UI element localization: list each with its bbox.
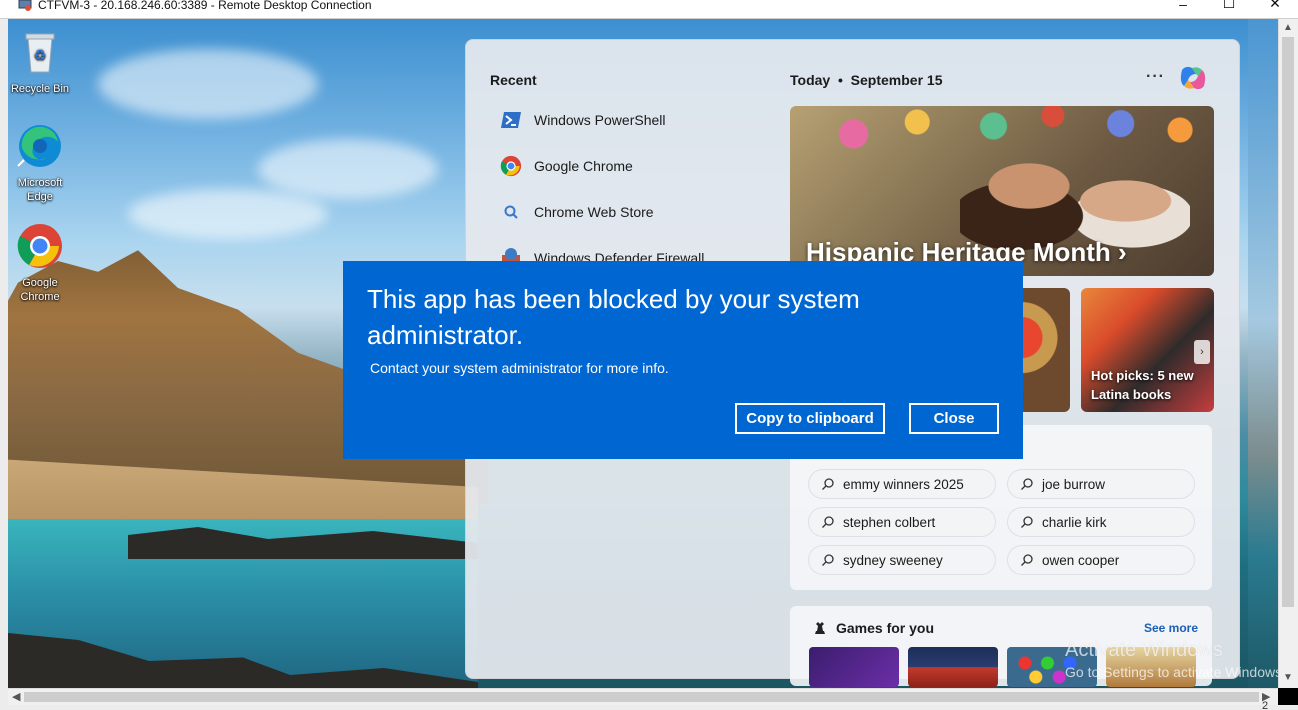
trending-chip-label: charlie kirk [1042, 514, 1107, 530]
recent-item-label: Google Chrome [534, 158, 633, 174]
today-label: Today [790, 72, 831, 88]
edge-icon [17, 125, 61, 167]
horizontal-scroll-thumb[interactable] [24, 692, 1259, 702]
game-thumbnail[interactable] [908, 647, 998, 687]
desktop-icon-label: Recycle Bin [10, 83, 70, 95]
recent-item-chrome[interactable]: Google Chrome [500, 152, 633, 180]
search-icon [822, 554, 834, 566]
desktop-icon-recycle-bin[interactable]: ♻ Recycle Bin [8, 28, 72, 96]
trending-chip[interactable]: stephen colbert [808, 507, 996, 537]
search-icon [1021, 554, 1033, 566]
svg-text:♻: ♻ [34, 47, 47, 63]
trending-chip[interactable]: joe burrow [1007, 469, 1195, 499]
trending-chip[interactable]: owen cooper [1007, 545, 1195, 575]
see-more-link[interactable]: See more [1144, 621, 1198, 635]
recycle-bin-icon: ♻ [25, 33, 55, 73]
wallpaper-cloud [98, 49, 318, 119]
chrome-icon [17, 224, 62, 268]
today-header: Today • September 15 [790, 72, 943, 88]
news-tile-books[interactable]: Hot picks: 5 new Latina books › [1081, 288, 1214, 412]
remote-desktop-icon [18, 0, 32, 11]
chrome-icon [500, 155, 522, 177]
recent-item-powershell[interactable]: Windows PowerShell [500, 106, 666, 134]
recent-item-label: Windows PowerShell [534, 112, 666, 128]
desktop-icon-chrome[interactable]: Google Chrome [8, 222, 72, 304]
app-blocked-dialog: This app has been blocked by your system… [343, 261, 1023, 459]
copilot-icon[interactable] [1178, 64, 1208, 92]
vertical-scroll-thumb[interactable] [1282, 37, 1294, 607]
status-corner-text: 2 hours [1262, 700, 1269, 710]
vertical-scrollbar[interactable]: ▲ ▼ [1278, 19, 1298, 688]
trending-chip-label: owen cooper [1042, 552, 1120, 568]
scroll-up-arrow-icon[interactable]: ▲ [1283, 22, 1293, 33]
search-icon [822, 478, 834, 490]
window-bottom-border [0, 705, 1298, 710]
desktop-icon-label: Microsoft Edge [17, 177, 63, 203]
games-title-label: Games for you [836, 620, 935, 636]
recent-item-chrome-web-store[interactable]: Chrome Web Store [500, 198, 654, 226]
desktop-icon-edge[interactable]: Microsoft Edge [8, 122, 72, 204]
chevron-right-icon[interactable]: › [1194, 340, 1210, 364]
trending-chip-label: emmy winners 2025 [843, 476, 964, 492]
rdp-title-bar: CTFVM-3 - 20.168.246.60:3389 - Remote De… [0, 0, 1298, 19]
dot-separator: • [834, 72, 847, 88]
desktop-icon-label: Google Chrome [20, 277, 60, 303]
trending-chip-label: sydney sweeney [843, 552, 943, 568]
recent-item-label: Chrome Web Store [534, 204, 654, 220]
activate-windows-hint: Go to Settings to activate Windows. [1065, 664, 1286, 680]
close-window-button[interactable]: ✕ [1252, 0, 1298, 13]
trending-chip-label: joe burrow [1042, 476, 1106, 492]
copy-to-clipboard-button[interactable]: Copy to clipboard [735, 403, 885, 434]
wallpaper-edge [1248, 19, 1278, 688]
search-icon [1021, 478, 1033, 490]
tile-caption: Hot picks: 5 new Latina books [1091, 368, 1194, 402]
dialog-message: Contact your system administrator for mo… [370, 360, 669, 376]
dialog-title: This app has been blocked by your system… [367, 284, 860, 350]
trending-chip[interactable]: charlie kirk [1007, 507, 1195, 537]
minimize-button[interactable]: – [1160, 0, 1206, 13]
trending-chip[interactable]: emmy winners 2025 [808, 469, 996, 499]
recent-section-title: Recent [490, 72, 537, 88]
window-controls: – ☐ ✕ [1160, 0, 1298, 19]
today-date: September 15 [850, 72, 943, 88]
wallpaper-cloud [128, 189, 328, 239]
search-icon [1021, 516, 1033, 528]
more-options-button[interactable]: ··· [1146, 68, 1165, 86]
hero-card[interactable]: Hispanic Heritage Month › [790, 106, 1214, 276]
search-icon [822, 516, 834, 528]
game-thumbnail[interactable] [809, 647, 899, 687]
wallpaper-cloud [258, 139, 438, 199]
window-title: CTFVM-3 - 20.168.246.60:3389 - Remote De… [38, 0, 372, 12]
trending-chip[interactable]: sydney sweeney [808, 545, 996, 575]
chess-icon [815, 622, 825, 634]
powershell-icon [500, 109, 522, 131]
horizontal-scrollbar[interactable]: ◀ ▶ [8, 688, 1278, 705]
games-title: Games for you [812, 620, 934, 636]
scroll-left-arrow-icon[interactable]: ◀ [12, 690, 20, 703]
dialog-close-button[interactable]: Close [909, 403, 999, 434]
search-icon [500, 201, 522, 223]
window-left-border [0, 19, 8, 710]
maximize-button[interactable]: ☐ [1206, 0, 1252, 13]
trending-chip-label: stephen colbert [843, 514, 936, 530]
scroll-down-arrow-icon[interactable]: ▼ [1283, 672, 1293, 683]
activate-windows-watermark: Activate Windows [1065, 639, 1223, 661]
